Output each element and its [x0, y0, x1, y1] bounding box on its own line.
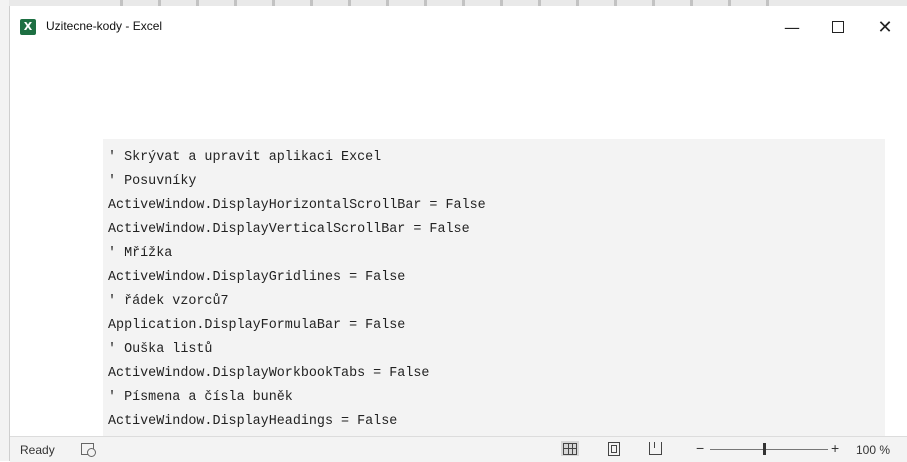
excel-icon[interactable]: X [20, 19, 36, 35]
zoom-in-button[interactable]: + [831, 440, 839, 456]
normal-view-button[interactable] [561, 441, 579, 456]
zoom-slider-thumb[interactable] [763, 443, 766, 455]
code-line: ' Mřížka [108, 246, 173, 261]
page-layout-view-button[interactable] [605, 441, 623, 456]
code-block: ' Skrývat a upravit aplikaci Excel ' Posu… [103, 139, 885, 436]
close-button[interactable]: ✕ [862, 10, 907, 44]
title-bar[interactable]: X Uzitecne-kody - Excel — ✕ [10, 6, 907, 46]
status-text: Ready [20, 443, 55, 457]
code-line: Application.DisplayFormulaBar = False [108, 318, 406, 333]
code-line: ' Ouška listů [108, 342, 213, 357]
workbook-area: ' Skrývat a upravit aplikaci Excel ' Posu… [10, 46, 907, 436]
macro-recording-icon[interactable] [81, 443, 96, 457]
window-title: Uzitecne-kody - Excel [46, 19, 163, 33]
code-line: ' řádek vzorců7 [108, 294, 229, 309]
page-break-icon [649, 442, 662, 455]
excel-window: X Uzitecne-kody - Excel — ✕ ' Skrývat a … [9, 6, 907, 462]
page-break-preview-button[interactable] [647, 441, 665, 456]
status-bar: Ready − + 100 % [10, 436, 907, 462]
maximize-button[interactable] [815, 10, 861, 44]
code-line: ActiveWindow.DisplayWorkbookTabs = False [108, 366, 430, 381]
maximize-icon [832, 21, 844, 33]
zoom-out-button[interactable]: − [696, 440, 704, 456]
background-window-left-edge [0, 0, 9, 461]
page-icon [608, 442, 620, 456]
code-line: ActiveWindow.DisplayVerticalScrollBar = … [108, 222, 470, 237]
zoom-level[interactable]: 100 % [856, 443, 890, 457]
code-line: ' Skrývat a upravit aplikaci Excel [108, 150, 382, 165]
zoom-slider[interactable] [710, 449, 828, 450]
code-line: ActiveWindow.DisplayHeadings = False [108, 414, 398, 429]
minimize-button[interactable]: — [769, 10, 815, 44]
grid-icon [563, 443, 577, 455]
code-line: ActiveWindow.DisplayGridlines = False [108, 270, 406, 285]
code-line: ' Posuvníky [108, 174, 197, 189]
code-line: ' Písmena a čísla buněk [108, 390, 293, 405]
code-line: ActiveWindow.DisplayHorizontalScrollBar … [108, 198, 486, 213]
